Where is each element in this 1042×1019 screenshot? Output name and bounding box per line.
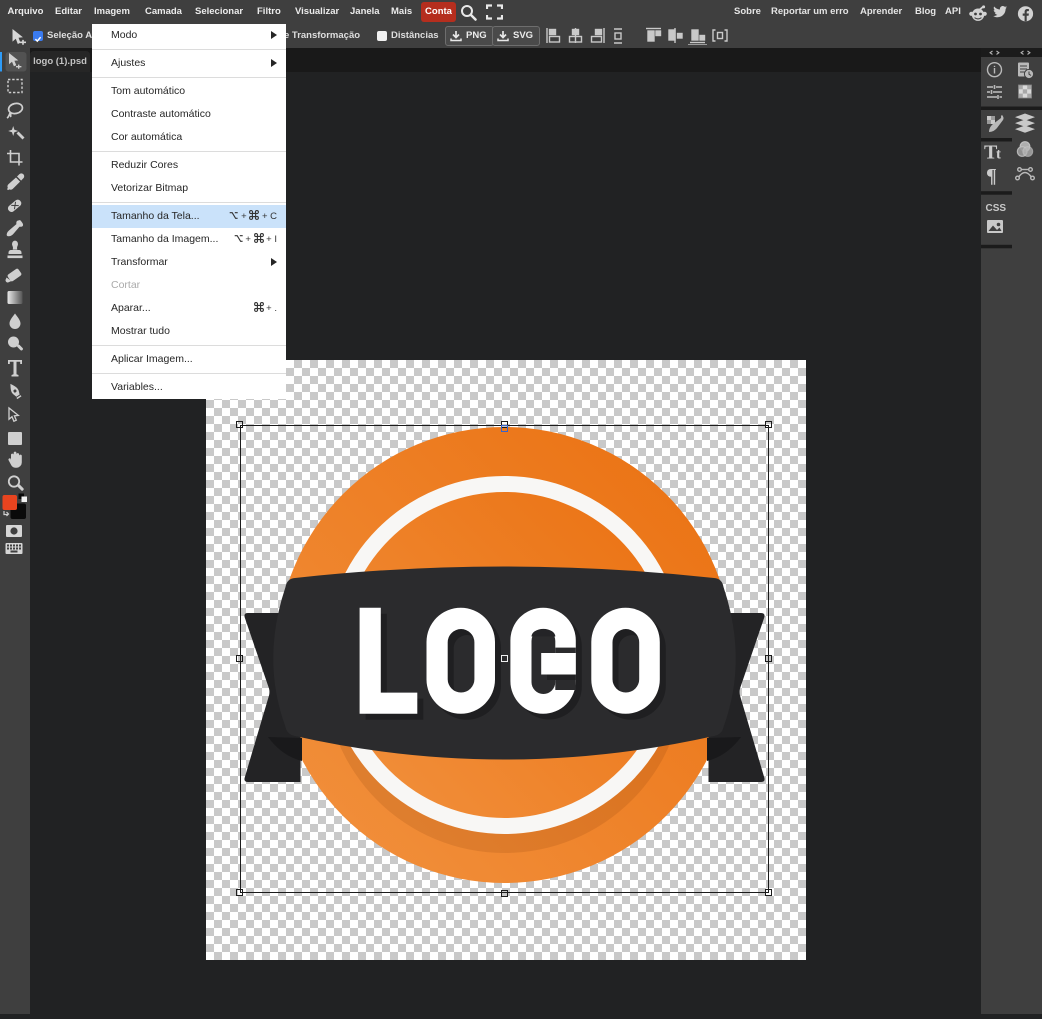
svg-text:¶: ¶ <box>986 165 997 187</box>
svg-text:CSS: CSS <box>986 203 1007 214</box>
svg-text:t: t <box>996 147 1001 163</box>
